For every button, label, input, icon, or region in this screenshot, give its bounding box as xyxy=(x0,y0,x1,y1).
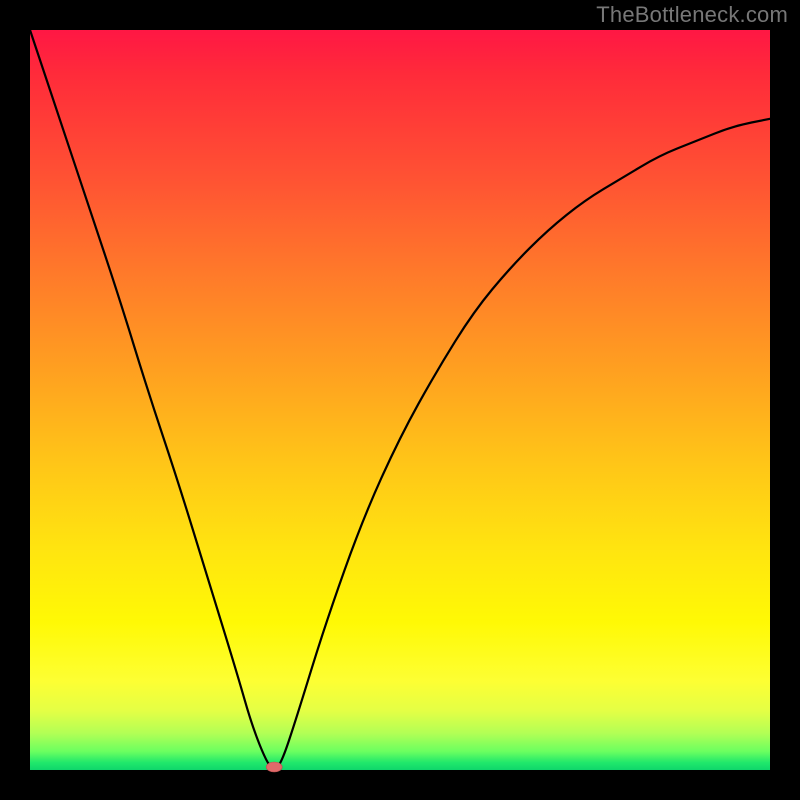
curve-layer xyxy=(30,30,770,770)
watermark-text: TheBottleneck.com xyxy=(596,2,788,28)
minimum-marker xyxy=(266,762,282,772)
bottleneck-curve xyxy=(30,30,770,768)
plot-area xyxy=(30,30,770,770)
chart-frame: TheBottleneck.com xyxy=(0,0,800,800)
